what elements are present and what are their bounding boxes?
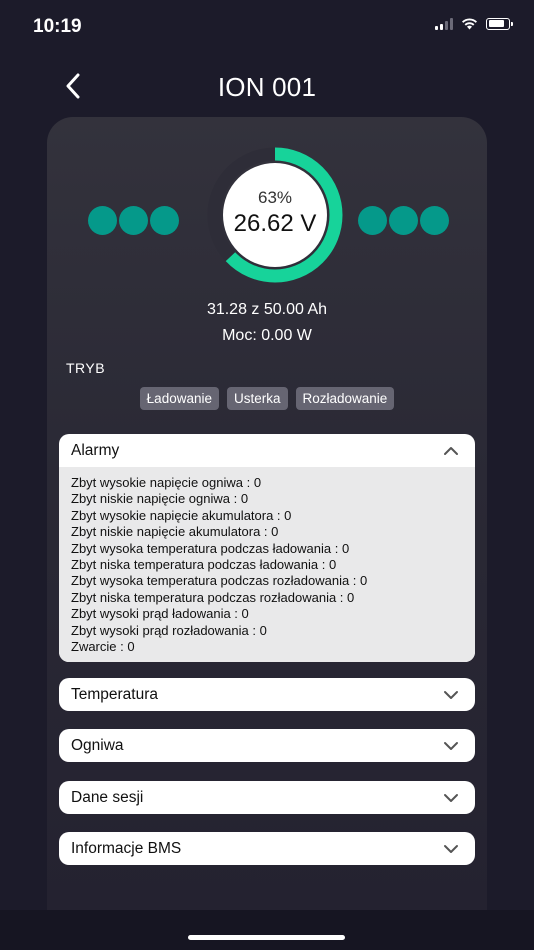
capacity-text: 31.28 z 50.00 Ah xyxy=(206,301,328,318)
session-section[interactable]: Dane sesji xyxy=(59,781,475,814)
alarms-title: Alarmy xyxy=(71,441,120,459)
cells-header[interactable]: Ogniwa xyxy=(59,729,475,762)
battery-status-icon xyxy=(486,17,513,30)
nav-bar: ION 001 xyxy=(0,62,534,114)
cell-dot xyxy=(389,206,418,235)
chevron-up-icon xyxy=(444,446,458,455)
charge-percent: 63% xyxy=(257,188,293,207)
chevron-down-icon xyxy=(444,690,458,699)
mode-discharging-button[interactable]: Rozładowanie xyxy=(295,387,395,410)
chevron-down-icon xyxy=(444,741,458,750)
status-time: 10:19 xyxy=(33,16,82,37)
bms-title: Informacje BMS xyxy=(71,839,182,857)
chevron-down-icon xyxy=(444,844,458,853)
alarm-row: Zbyt wysoki prąd ładowania : 0 xyxy=(71,606,249,622)
alarms-header[interactable]: Alarmy xyxy=(59,434,475,467)
status-bar: 10:19 xyxy=(0,0,534,54)
session-title: Dane sesji xyxy=(71,788,144,806)
cells-section[interactable]: Ogniwa xyxy=(59,729,475,762)
battery-card: 63% 26.62 V 31.28 z 50.00 Ah Moc: 0.00 W… xyxy=(47,117,487,917)
alarm-row: Zbyt niskie napięcie ogniwa : 0 xyxy=(71,491,249,507)
alarm-row: Zbyt wysoka temperatura podczas ładowani… xyxy=(71,540,350,556)
alarm-row: Zbyt niska temperatura podczas ładowania… xyxy=(71,557,337,573)
page-title: ION 001 xyxy=(217,72,317,102)
session-header[interactable]: Dane sesji xyxy=(59,781,475,814)
cell-dot xyxy=(358,206,387,235)
voltage-value: 26.62 V xyxy=(233,210,317,237)
cells-title: Ogniwa xyxy=(71,736,124,754)
temperature-header[interactable]: Temperatura xyxy=(59,678,475,711)
temperature-section[interactable]: Temperatura xyxy=(59,678,475,711)
cell-dot xyxy=(150,206,179,235)
alarm-row: Zbyt niskie napięcie akumulatora : 0 xyxy=(71,524,279,540)
home-indicator[interactable] xyxy=(188,935,345,940)
power-text: Moc: 0.00 W xyxy=(222,327,312,344)
alarms-list: Zbyt wysokie napięcie ogniwa : 0 Zbyt ni… xyxy=(59,467,475,663)
mode-charging-button[interactable]: Ładowanie xyxy=(139,387,219,410)
cell-dot xyxy=(119,206,148,235)
mode-fault-button[interactable]: Usterka xyxy=(226,387,288,410)
alarm-row: Zbyt wysokie napięcie ogniwa : 0 xyxy=(71,475,262,490)
signal-icon xyxy=(435,17,453,30)
alarms-section: Alarmy Zbyt wysokie napięcie ogniwa : 0 … xyxy=(59,434,475,663)
alarm-row: Zbyt wysokie napięcie akumulatora : 0 xyxy=(71,507,292,523)
gauge-center: 63% 26.62 V xyxy=(223,163,327,267)
alarm-row: Zbyt niska temperatura podczas rozładowa… xyxy=(71,589,355,605)
alarm-row: Zbyt wysoka temperatura podczas rozładow… xyxy=(71,573,368,589)
wifi-icon xyxy=(462,18,477,30)
bms-header[interactable]: Informacje BMS xyxy=(59,832,475,865)
bottom-area xyxy=(0,910,534,950)
bms-section[interactable]: Informacje BMS xyxy=(59,832,475,865)
cell-dot xyxy=(88,206,117,235)
alarm-row: Zwarcie : 0 xyxy=(71,639,135,655)
cell-dot xyxy=(420,206,449,235)
cells-left-indicator xyxy=(88,206,179,235)
mode-label: TRYB xyxy=(66,360,106,376)
temperature-title: Temperatura xyxy=(71,685,159,703)
chevron-down-icon xyxy=(444,793,458,802)
mode-buttons: Ładowanie Usterka Rozładowanie xyxy=(47,387,487,410)
status-icons xyxy=(435,17,513,30)
alarm-row: Zbyt wysoki prąd rozładowania : 0 xyxy=(71,622,267,638)
charge-gauge: 63% 26.62 V xyxy=(207,147,343,283)
cells-right-indicator xyxy=(358,206,449,235)
